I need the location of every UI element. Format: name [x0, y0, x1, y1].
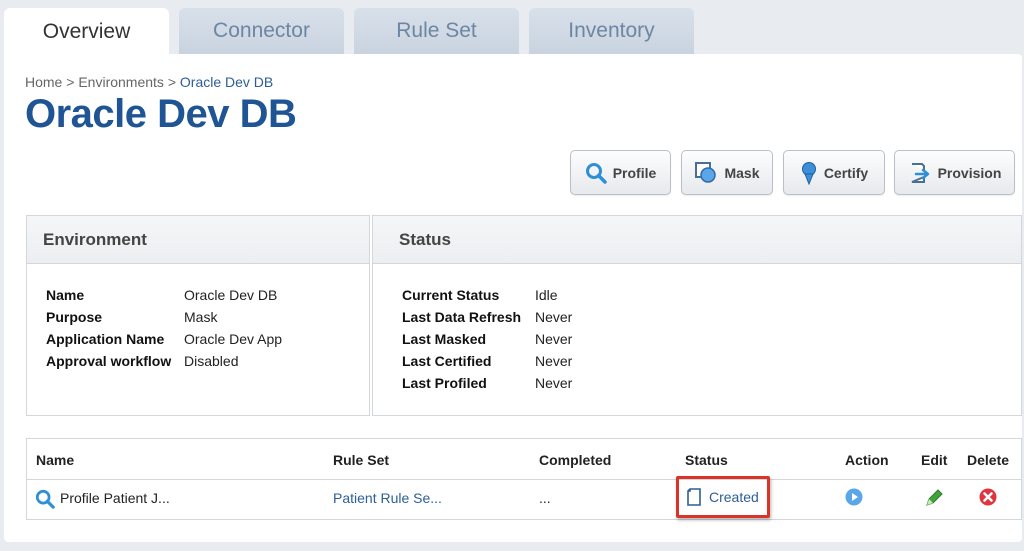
column-header-action: Action	[845, 452, 889, 468]
field-label: Last Data Refresh	[402, 309, 522, 325]
field-value: Oracle Dev DB	[184, 287, 278, 303]
field-value: Oracle Dev App	[184, 331, 283, 347]
job-rule-set-link[interactable]: Patient Rule Se...	[333, 490, 442, 506]
field-value: Idle	[535, 287, 558, 303]
field-value: Never	[535, 353, 573, 369]
column-header-status[interactable]: Status	[685, 452, 728, 468]
tab-rule-set[interactable]: Rule Set	[354, 8, 519, 54]
main-panel: Home > Environments > Oracle Dev DB Orac…	[4, 54, 1022, 542]
table-row[interactable]: Profile Patient J... Patient Rule Se... …	[27, 480, 1021, 519]
profile-button[interactable]: Profile	[570, 150, 671, 195]
export-icon	[911, 162, 929, 183]
provision-button-label: Provision	[937, 164, 1002, 181]
field-value: Never	[535, 331, 573, 347]
field-label: Purpose	[46, 309, 103, 325]
field-label: Name	[46, 287, 85, 303]
field-label: Last Profiled	[402, 375, 487, 391]
environment-heading: Environment	[27, 216, 369, 264]
column-header-edit: Edit	[921, 452, 948, 468]
mask-button-label: Mask	[724, 164, 760, 181]
breadcrumb-separator: >	[167, 74, 176, 90]
field-label: Last Certified	[402, 353, 492, 369]
breadcrumb-environments[interactable]: Environments	[78, 74, 164, 90]
job-name[interactable]: Profile Patient J...	[60, 490, 170, 506]
column-header-completed[interactable]: Completed	[539, 452, 611, 468]
field-label: Application Name	[46, 331, 165, 347]
delete-icon[interactable]	[979, 488, 997, 506]
field-label: Last Masked	[402, 331, 487, 347]
tab-overview[interactable]: Overview	[4, 8, 169, 56]
breadcrumb-home[interactable]: Home	[25, 74, 62, 90]
field-label: Approval workflow	[46, 353, 172, 369]
job-status-highlight[interactable]: Created	[676, 476, 770, 518]
status-heading: Status	[373, 216, 1021, 264]
profile-button-label: Profile	[612, 164, 657, 181]
run-icon[interactable]	[845, 488, 863, 506]
field-label: Current Status	[402, 287, 500, 303]
breadcrumb-separator: >	[66, 74, 75, 90]
provision-button[interactable]: Provision	[894, 150, 1015, 195]
column-header-delete: Delete	[967, 452, 1010, 468]
magnifier-icon	[585, 162, 607, 184]
table-header: Name Rule Set Completed Status Action Ed…	[27, 439, 1021, 480]
mask-button[interactable]: Mask	[681, 150, 773, 195]
field-value: Never	[535, 309, 573, 325]
mask-icon	[695, 161, 717, 183]
field-value: Never	[535, 375, 573, 391]
job-status-label[interactable]: Created	[709, 489, 759, 505]
job-completed: ...	[539, 490, 551, 506]
certify-button-label: Certify	[823, 164, 869, 181]
column-header-name[interactable]: Name	[36, 452, 74, 468]
environment-box: Environment Name Oracle Dev DB Purpose M…	[26, 215, 370, 416]
page-title: Oracle Dev DB	[25, 92, 297, 136]
tab-connector[interactable]: Connector	[179, 8, 344, 54]
tab-inventory[interactable]: Inventory	[529, 8, 694, 54]
field-value: Mask	[184, 309, 218, 325]
breadcrumb-current[interactable]: Oracle Dev DB	[180, 74, 273, 90]
document-icon	[687, 488, 701, 506]
certify-button[interactable]: Certify	[783, 150, 885, 195]
breadcrumb: Home > Environments > Oracle Dev DB	[25, 74, 273, 90]
column-header-rule-set[interactable]: Rule Set	[333, 452, 389, 468]
ribbon-icon	[801, 161, 816, 185]
field-value: Disabled	[184, 353, 239, 369]
jobs-table: Name Rule Set Completed Status Action Ed…	[26, 438, 1022, 520]
status-box: Status Current Status Idle Last Data Ref…	[372, 215, 1022, 416]
profile-job-icon	[35, 489, 55, 509]
pencil-icon[interactable]	[924, 488, 944, 508]
